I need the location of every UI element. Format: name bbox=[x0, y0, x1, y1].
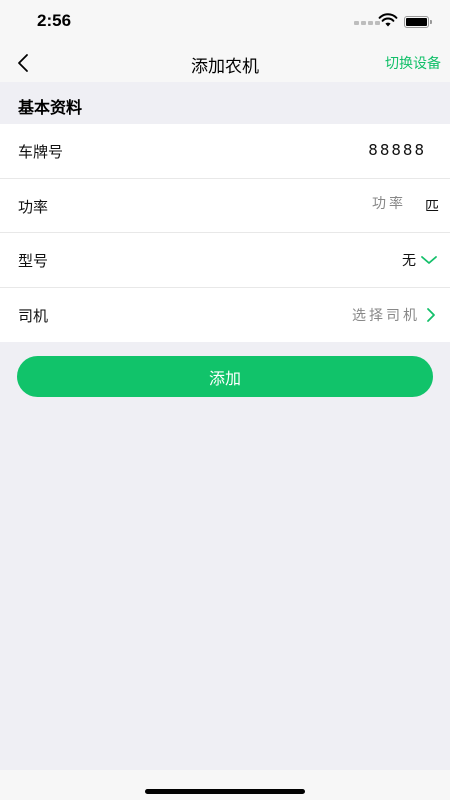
nav-bar: 添加农机 切换设备 bbox=[0, 44, 450, 82]
power-input[interactable] bbox=[286, 195, 406, 212]
model-label: 型号 bbox=[18, 252, 49, 270]
add-button[interactable]: 添加 bbox=[17, 356, 433, 397]
driver-row: 司机 选择司机 bbox=[0, 288, 450, 343]
status-time: 2:56 bbox=[37, 11, 72, 30]
bottom-bar bbox=[0, 770, 450, 800]
signal-icon bbox=[354, 21, 380, 25]
screen: 2:56 添加农机 切换设备 基本资料 车牌号 88888 功率 功率 匹 型号… bbox=[0, 0, 450, 800]
plate-row: 车牌号 88888 bbox=[0, 124, 450, 179]
power-label: 功率 bbox=[18, 197, 49, 216]
form-card: 车牌号 88888 功率 匹 型号 无 司机 选择司机 bbox=[0, 124, 450, 342]
model-select[interactable]: 无 bbox=[402, 250, 438, 270]
model-value: 无 bbox=[402, 253, 416, 269]
driver-placeholder: 选择司机 bbox=[352, 307, 420, 324]
plate-value[interactable]: 88888 bbox=[368, 141, 426, 159]
wifi-icon bbox=[378, 13, 398, 27]
section-header: 基本资料 bbox=[0, 82, 450, 124]
status-bar: 2:56 bbox=[0, 0, 450, 44]
driver-select[interactable]: 选择司机 bbox=[352, 305, 436, 325]
page-title: 添加农机 bbox=[191, 57, 259, 77]
power-row: 功率 匹 bbox=[0, 179, 450, 233]
model-row: 型号 无 bbox=[0, 233, 450, 288]
driver-label: 司机 bbox=[18, 306, 49, 325]
plate-label: 车牌号 bbox=[18, 143, 64, 161]
battery-icon bbox=[404, 16, 432, 28]
switch-device-button[interactable]: 切换设备 bbox=[385, 53, 441, 73]
power-unit: 匹 bbox=[425, 198, 439, 215]
chevron-down-icon bbox=[421, 256, 437, 264]
chevron-right-icon bbox=[427, 307, 435, 322]
section-title: 基本资料 bbox=[18, 98, 83, 117]
home-indicator bbox=[145, 789, 305, 794]
